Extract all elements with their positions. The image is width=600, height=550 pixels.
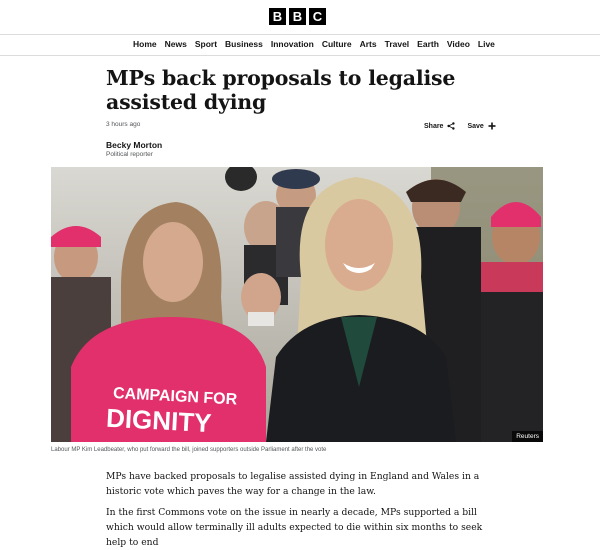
article-headline: MPs back proposals to legalise assisted … bbox=[106, 66, 456, 114]
save-button[interactable]: Save bbox=[467, 122, 496, 130]
nav-item-news[interactable]: News bbox=[165, 34, 187, 55]
nav-item-live[interactable]: Live bbox=[478, 34, 495, 55]
plus-icon bbox=[488, 122, 496, 130]
nav-item-sport[interactable]: Sport bbox=[195, 34, 217, 55]
masthead: B B C bbox=[0, 0, 600, 35]
nav-item-earth[interactable]: Earth bbox=[417, 34, 439, 55]
image-credit: Reuters bbox=[512, 431, 543, 442]
article-paragraph-2: In the first Commons vote on the issue i… bbox=[106, 507, 483, 548]
nav-item-home[interactable]: Home bbox=[133, 34, 157, 55]
logo-letter-c: C bbox=[309, 8, 326, 25]
article-paragraph-1: MPs have backed proposals to legalise as… bbox=[106, 471, 480, 497]
share-button[interactable]: Share bbox=[424, 122, 456, 130]
nav-item-video[interactable]: Video bbox=[447, 34, 470, 55]
image-caption: Labour MP Kim Leadbeater, who put forwar… bbox=[51, 447, 327, 453]
article-actions: Share Save bbox=[424, 122, 496, 130]
lead-photo-illustration: CAMPAIGN FOR DIGNITY bbox=[51, 167, 543, 442]
share-label: Share bbox=[424, 122, 444, 130]
logo-letter-b2: B bbox=[289, 8, 306, 25]
main-nav: Home News Sport Business Innovation Cult… bbox=[0, 34, 600, 56]
share-icon bbox=[447, 122, 456, 130]
author-name[interactable]: Becky Morton bbox=[106, 140, 162, 150]
author-role: Political reporter bbox=[106, 151, 153, 158]
sign-text-line2: DIGNITY bbox=[105, 403, 212, 438]
nav-item-culture[interactable]: Culture bbox=[322, 34, 352, 55]
save-label: Save bbox=[467, 122, 484, 130]
lead-image: CAMPAIGN FOR DIGNITY Reuters bbox=[51, 167, 543, 442]
article-timestamp: 3 hours ago bbox=[106, 121, 141, 128]
nav-item-travel[interactable]: Travel bbox=[385, 34, 410, 55]
nav-item-innovation[interactable]: Innovation bbox=[271, 34, 314, 55]
logo-letter-b1: B bbox=[269, 8, 286, 25]
bbc-logo[interactable]: B B C bbox=[269, 8, 326, 25]
nav-item-business[interactable]: Business bbox=[225, 34, 263, 55]
nav-item-arts[interactable]: Arts bbox=[360, 34, 377, 55]
